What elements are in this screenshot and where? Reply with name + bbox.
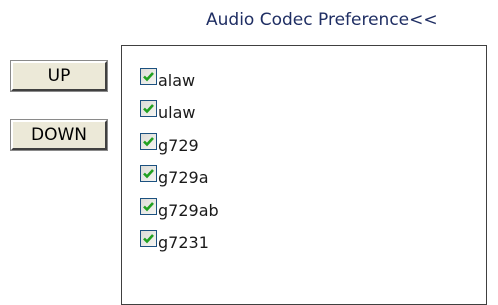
codec-label: g729ab <box>158 201 219 220</box>
codec-item-alaw[interactable]: alaw <box>140 66 195 90</box>
checkmark-icon <box>143 104 154 114</box>
checkmark-icon <box>143 169 154 179</box>
codec-item-ulaw[interactable]: ulaw <box>140 98 195 122</box>
checkmark-icon <box>143 137 154 147</box>
checkbox[interactable] <box>140 198 157 215</box>
codec-label: alaw <box>158 71 196 90</box>
codec-item-g729[interactable]: g729 <box>140 131 199 155</box>
codec-label: g7231 <box>158 233 209 252</box>
codec-item-g729a[interactable]: g729a <box>140 163 209 187</box>
codec-item-g729ab[interactable]: g729ab <box>140 196 219 220</box>
move-up-button[interactable]: UP <box>10 60 108 92</box>
checkbox[interactable] <box>140 100 157 117</box>
move-down-button[interactable]: DOWN <box>10 119 108 151</box>
checkbox[interactable] <box>140 165 157 182</box>
codec-label: g729a <box>158 168 209 187</box>
codec-label: ulaw <box>158 103 196 122</box>
checkbox[interactable] <box>140 68 157 85</box>
codec-list[interactable]: alaw ulaw g729 g729a g729ab g7231 <box>121 45 487 305</box>
codec-preference-title: Audio Codec Preference<< <box>206 10 438 30</box>
codec-item-g7231[interactable]: g7231 <box>140 228 209 252</box>
codec-label: g729 <box>158 136 199 155</box>
checkbox[interactable] <box>140 230 157 247</box>
checkmark-icon <box>143 202 154 212</box>
checkbox[interactable] <box>140 133 157 150</box>
checkmark-icon <box>143 234 154 244</box>
checkmark-icon <box>143 72 154 82</box>
